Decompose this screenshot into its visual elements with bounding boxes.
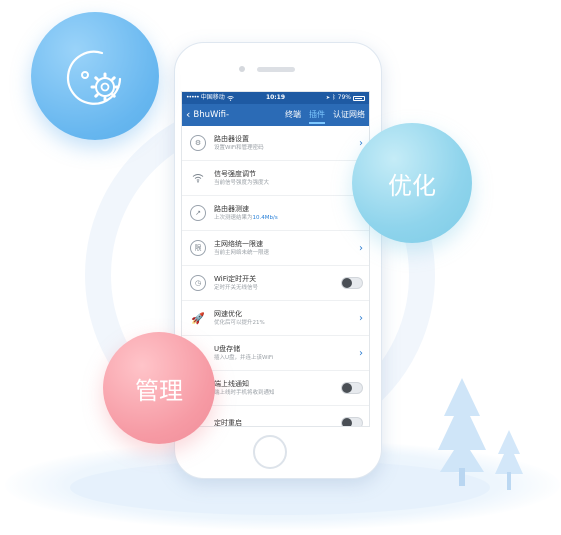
- setting-subtitle: 设置WiFi和管理密码: [214, 145, 264, 151]
- speedtest-prefix: 上次测速结果为: [214, 215, 253, 221]
- nav-bar: ‹ BhuWifi- 终端 插件 认证网络: [182, 104, 369, 126]
- setting-subtitle: 当前信号强度为强度大: [214, 180, 270, 186]
- nav-title: BhuWifi-: [193, 110, 230, 120]
- setting-title: 路由器设置: [214, 135, 249, 143]
- setting-signal-strength[interactable]: 信号强度调节 当前信号强度为强度大: [182, 161, 369, 196]
- chevron-right-icon: ›: [359, 242, 363, 254]
- chevron-right-icon: ›: [359, 312, 363, 324]
- setting-title: 端上线通知: [214, 380, 249, 388]
- setting-subtitle: 优化后可以提升21%: [214, 320, 265, 326]
- chevron-left-icon[interactable]: ‹: [186, 104, 190, 126]
- setting-subtitle: 插入U盘，并连上该WiFi: [214, 355, 274, 361]
- tab-terminal[interactable]: 终端: [285, 104, 301, 126]
- setting-title: 网速优化: [214, 310, 242, 318]
- manage-label: 管理: [135, 376, 183, 405]
- front-camera: [239, 66, 245, 72]
- nav-tabs: 终端 插件 认证网络: [285, 104, 365, 126]
- setting-title: 路由器测速: [214, 205, 249, 213]
- setting-router-settings[interactable]: ⚙ 路由器设置 设置WiFi和管理密码 ›: [182, 126, 369, 161]
- manage-bubble: 管理: [103, 332, 215, 444]
- clock-timer-icon: ◷: [190, 275, 206, 291]
- speedometer-icon: ↗: [190, 205, 206, 221]
- home-button[interactable]: [253, 435, 287, 469]
- speed-limit-icon: 限: [190, 240, 206, 256]
- setting-router-speedtest[interactable]: ↗ 路由器测速 上次测速结果为10.4Mb/s: [182, 196, 369, 231]
- gear-settings-icon: [66, 50, 122, 105]
- status-time: 10:19: [265, 94, 286, 101]
- earpiece-speaker: [257, 67, 295, 72]
- optimize-bubble: 优化: [352, 123, 472, 243]
- tab-plugins[interactable]: 插件: [309, 104, 325, 126]
- tree-large-icon: [438, 378, 486, 486]
- router-settings-icon: ⚙: [190, 135, 206, 151]
- setting-wifi-timer: ◷ WiFi定时开关 定时开关无线信号: [182, 266, 369, 301]
- setting-subtitle: 定时开关无线信号: [214, 285, 259, 291]
- setting-subtitle: 上次测速结果为10.4Mb/s: [214, 214, 363, 222]
- setting-title: 定时重启: [214, 419, 242, 427]
- battery-icon: [353, 95, 365, 101]
- gear-bubble: [31, 12, 159, 140]
- setting-title: 信号强度调节: [214, 170, 256, 178]
- chevron-right-icon: ›: [359, 347, 363, 359]
- optimize-label: 优化: [388, 171, 436, 200]
- online-notify-toggle[interactable]: [341, 382, 363, 394]
- setting-title: 主网络统一限速: [214, 240, 263, 248]
- setting-subtitle: 端上线时手机将收到通知: [214, 390, 275, 396]
- setting-title: WiFi定时开关: [214, 275, 257, 283]
- wifi-signal-icon: [190, 170, 206, 186]
- tab-auth-network[interactable]: 认证网络: [333, 104, 365, 126]
- scheduled-restart-toggle[interactable]: [341, 417, 363, 426]
- setting-subtitle: 当前主网络未统一限速: [214, 250, 270, 256]
- rocket-icon: 🚀: [191, 311, 205, 325]
- setting-network-optimize[interactable]: 🚀 网速优化 优化后可以提升21% ›: [182, 301, 369, 336]
- setting-title: U盘存储: [214, 345, 241, 353]
- tree-small-icon: [495, 430, 523, 490]
- status-bar: ••••• 中国移动 10:19 ➤ ᛒ 79%: [182, 92, 369, 104]
- speedtest-result: 10.4Mb/s: [252, 215, 278, 221]
- setting-speed-limit[interactable]: 限 主网络统一限速 当前主网络未统一限速 ›: [182, 231, 369, 266]
- wifi-timer-toggle[interactable]: [341, 277, 363, 289]
